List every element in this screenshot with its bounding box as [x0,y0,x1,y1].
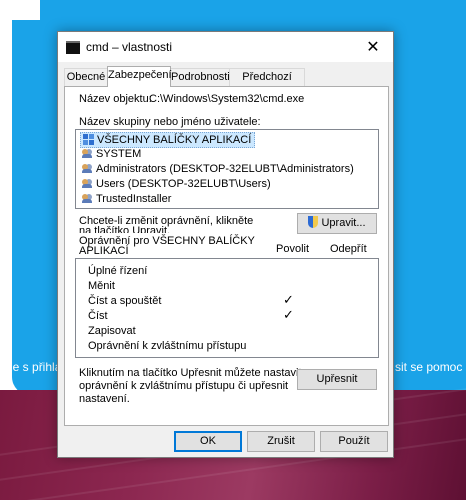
tab-details[interactable]: Podrobnosti [170,68,230,86]
allow-read-check-icon: ✓ [283,307,294,322]
object-name-value: C:\Windows\System32\cmd.exe [149,93,305,105]
allow-read-execute-check-icon: ✓ [283,292,294,307]
advanced-hint-line2: oprávnění k zvláštnímu přístupu či upřes… [79,380,289,392]
tab-general[interactable]: Obecné [64,68,108,86]
perm-header-line2: APLIKACÍ [79,245,129,257]
perm-special: Oprávnění k zvláštnímu přístupu [88,340,247,352]
edit-button[interactable]: Upravit... [297,213,377,234]
app-packages-icon [83,134,94,145]
users-icon [82,178,93,189]
advanced-hint-line1: Kliknutím na tlačítko Upřesnit můžete na… [79,367,302,379]
list-item[interactable]: SYSTEM [82,147,141,161]
backdrop-corner [0,0,40,20]
cmd-icon [66,41,80,54]
cancel-button[interactable]: Zrušit [247,431,315,452]
apply-button[interactable]: Použít [320,431,388,452]
security-panel: Název objektu: C:\Windows\System32\cmd.e… [64,86,389,426]
properties-dialog: cmd – vlastnosti ✕ Obecné Zabezpečení Po… [57,31,394,458]
ok-button[interactable]: OK [174,431,242,452]
list-item[interactable]: TrustedInstaller [82,192,171,206]
close-icon: ✕ [366,39,380,56]
users-icon [82,193,93,204]
perm-read: Číst [88,310,108,322]
perm-read-execute: Číst a spouštět [88,295,162,307]
groups-label: Název skupiny nebo jméno uživatele: [79,116,261,128]
change-hint-line2: na tlačítko Upravit. [79,225,171,233]
allow-header: Povolit [276,243,310,255]
users-icon [82,163,93,174]
deny-header: Odepřít [330,243,367,255]
perm-write: Zapisovat [88,325,136,337]
advanced-hint-line3: nastavení. [79,393,130,405]
perm-modify: Měnit [88,280,115,292]
users-icon [82,148,93,159]
uac-shield-icon [308,216,319,228]
advanced-button[interactable]: Upřesnit [297,369,377,390]
tab-previous-versions[interactable]: Předchozí verze [229,68,305,100]
list-item[interactable]: VŠECHNY BALÍČKY APLIKACÍ [80,132,256,148]
tab-security[interactable]: Zabezpečení [107,66,172,87]
close-button[interactable]: ✕ [353,32,393,62]
object-name-label: Název objektu: [79,93,152,105]
dialog-title: cmd – vlastnosti [86,40,173,54]
title-bar[interactable]: cmd – vlastnosti ✕ [58,32,393,62]
groups-listbox[interactable]: VŠECHNY BALÍČKY APLIKACÍ SYSTEM Administ… [75,129,379,209]
perm-full-control: Úplné řízení [88,265,148,277]
list-item[interactable]: Users (DESKTOP-32ELUBT\Users) [82,177,271,191]
list-item[interactable]: Administrators (DESKTOP-32ELUBT\Administ… [82,162,354,176]
tab-strip: Obecné Zabezpečení Podrobnosti Předchozí… [64,66,387,100]
background-text-right: sit se pomoc [395,360,463,374]
permissions-list: Úplné řízení Měnit Číst a spouštět Číst … [75,258,379,358]
background-text-left: ůže s přihlá [0,360,62,374]
